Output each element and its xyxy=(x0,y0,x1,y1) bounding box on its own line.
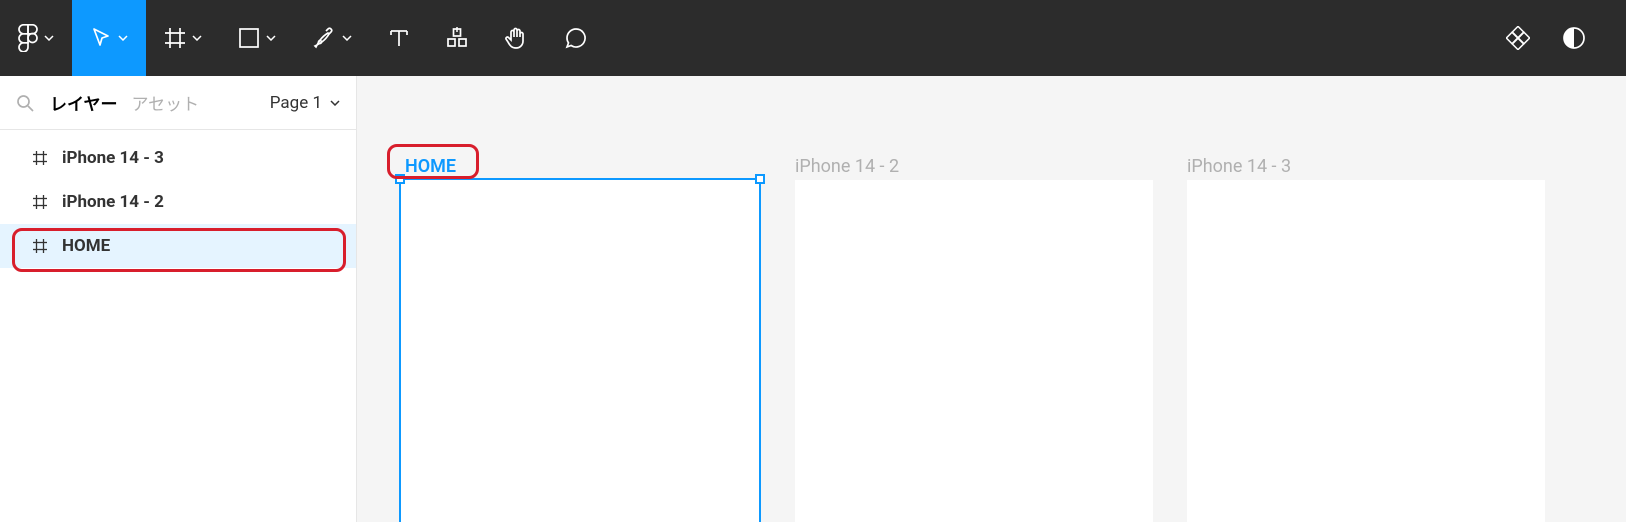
frame-icon xyxy=(32,194,48,210)
figma-logo-icon xyxy=(18,24,38,52)
layer-label: HOME xyxy=(62,236,110,256)
frame-icon xyxy=(32,150,48,166)
contrast-icon xyxy=(1562,26,1586,50)
chevron-down-icon xyxy=(192,35,202,41)
frame-home[interactable] xyxy=(401,180,759,522)
frame-label-iphone14-3[interactable]: iPhone 14 - 3 xyxy=(1187,156,1291,177)
chevron-down-icon xyxy=(330,100,340,106)
frame-label-home[interactable]: HOME xyxy=(405,156,456,177)
layers-list: iPhone 14 - 3 iPhone 14 - 2 HOME xyxy=(0,130,356,268)
frame-iphone14-2[interactable] xyxy=(795,180,1153,522)
comment-icon xyxy=(564,26,588,50)
layer-item-iphone14-2[interactable]: iPhone 14 - 2 xyxy=(0,180,356,224)
move-tool-button[interactable] xyxy=(72,0,146,76)
page-picker[interactable]: Page 1 xyxy=(270,93,340,113)
resources-tool-button[interactable] xyxy=(428,0,486,76)
plugins-button[interactable] xyxy=(1490,0,1546,76)
pen-tool-button[interactable] xyxy=(294,0,370,76)
frame-iphone14-3[interactable] xyxy=(1187,180,1545,522)
shape-tool-button[interactable] xyxy=(220,0,294,76)
tab-assets[interactable]: アセット xyxy=(132,90,200,115)
resources-icon xyxy=(446,27,468,49)
pen-icon xyxy=(312,26,336,50)
chevron-down-icon xyxy=(266,35,276,41)
text-icon xyxy=(388,27,410,49)
plugins-icon xyxy=(1506,26,1530,50)
dark-mode-button[interactable] xyxy=(1546,0,1602,76)
layer-item-iphone14-3[interactable]: iPhone 14 - 3 xyxy=(0,136,356,180)
left-panel: レイヤー アセット Page 1 iPhone 14 - 3 iPhone xyxy=(0,76,357,522)
layer-label: iPhone 14 - 2 xyxy=(62,192,164,212)
chevron-down-icon xyxy=(118,35,128,41)
body: レイヤー アセット Page 1 iPhone 14 - 3 iPhone xyxy=(0,76,1626,522)
selection-handle-nw[interactable] xyxy=(395,174,405,184)
canvas[interactable]: HOME iPhone 14 - 2 iPhone 14 - 3 xyxy=(357,76,1626,522)
layer-item-home[interactable]: HOME xyxy=(0,224,356,268)
hand-tool-button[interactable] xyxy=(486,0,546,76)
chevron-down-icon xyxy=(342,35,352,41)
search-icon[interactable] xyxy=(16,94,34,112)
page-picker-label: Page 1 xyxy=(270,93,322,113)
comment-tool-button[interactable] xyxy=(546,0,606,76)
text-tool-button[interactable] xyxy=(370,0,428,76)
rectangle-icon xyxy=(238,27,260,49)
tab-layers[interactable]: レイヤー xyxy=(50,90,118,115)
frame-icon xyxy=(164,27,186,49)
toolbar xyxy=(0,0,1626,76)
toolbar-right xyxy=(1490,0,1626,76)
frame-icon xyxy=(32,238,48,254)
layer-label: iPhone 14 - 3 xyxy=(62,148,164,168)
frame-tool-button[interactable] xyxy=(146,0,220,76)
selection-handle-ne[interactable] xyxy=(755,174,765,184)
cursor-icon xyxy=(90,27,112,49)
main-menu-button[interactable] xyxy=(0,0,72,76)
hand-icon xyxy=(504,26,528,50)
frame-label-iphone14-2[interactable]: iPhone 14 - 2 xyxy=(795,156,899,177)
left-panel-header: レイヤー アセット Page 1 xyxy=(0,76,356,130)
chevron-down-icon xyxy=(44,35,54,41)
